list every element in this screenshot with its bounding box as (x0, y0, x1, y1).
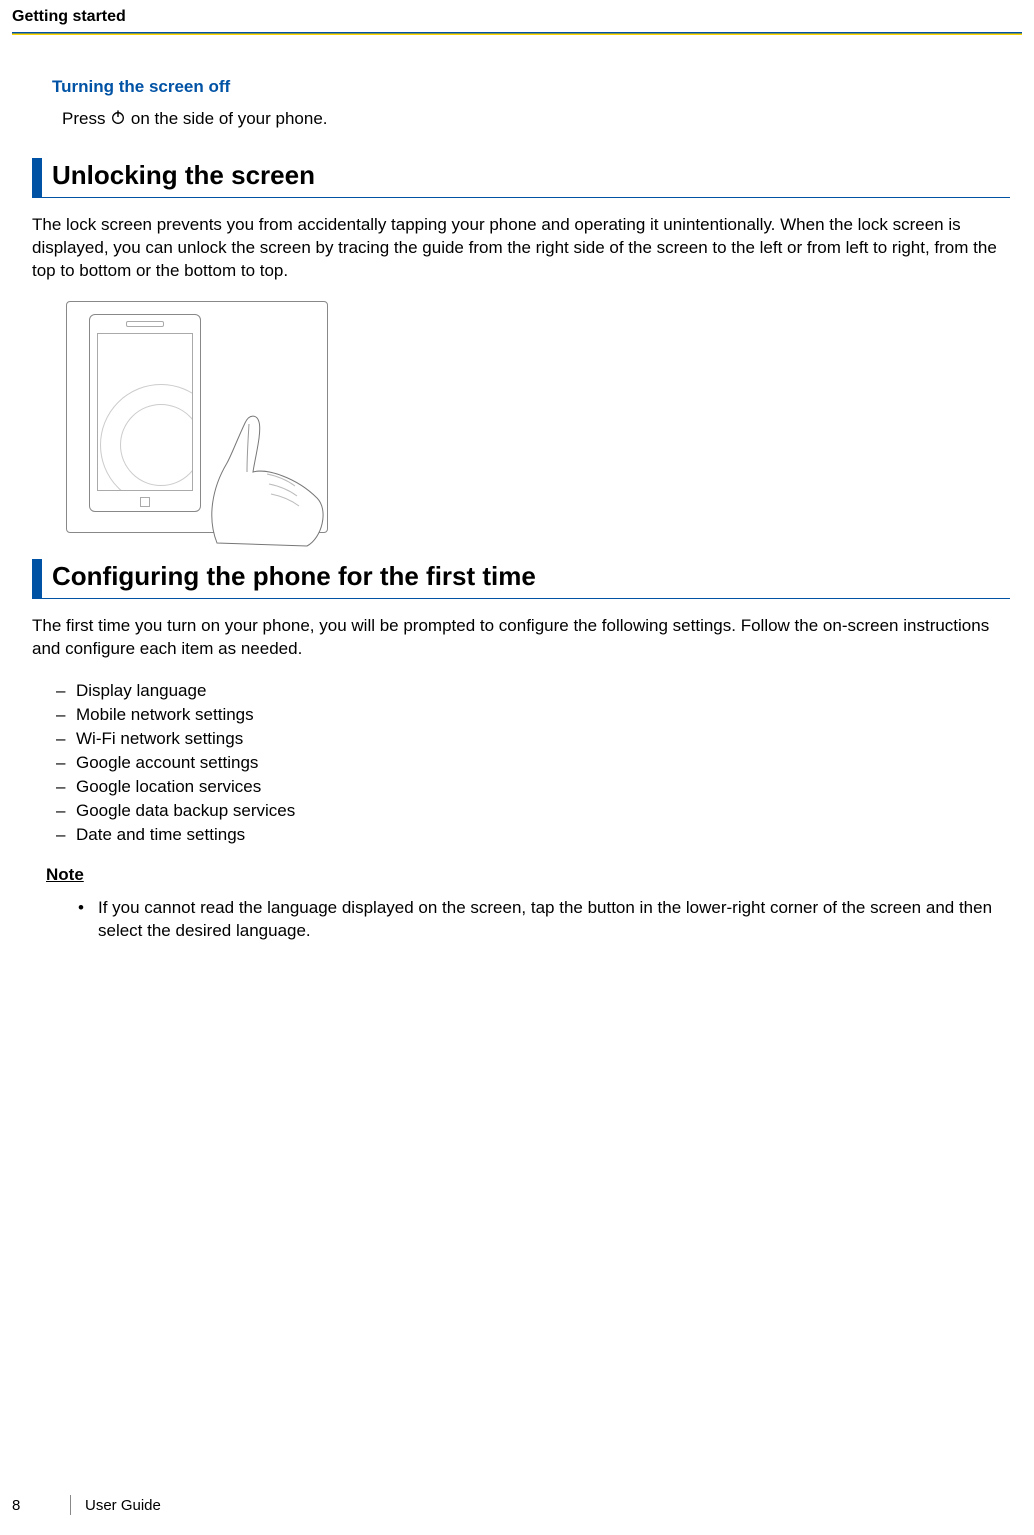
list-item: Display language (52, 679, 1022, 703)
press-instruction: Press on the side of your phone. (62, 109, 1022, 130)
configuring-intro-text: The first time you turn on your phone, y… (32, 615, 1010, 661)
settings-list: Display language Mobile network settings… (52, 679, 1022, 847)
power-icon (110, 109, 126, 130)
content-area: Turning the screen off Press on the side… (0, 35, 1034, 945)
heading-unlocking-text: Unlocking the screen (52, 158, 315, 197)
figure-unlock-gesture (66, 301, 328, 533)
running-header-text: Getting started (12, 8, 126, 25)
list-item: Mobile network settings (52, 703, 1022, 727)
list-item: Google account settings (52, 751, 1022, 775)
list-item: Wi-Fi network settings (52, 727, 1022, 751)
page-number: 8 (0, 1497, 56, 1514)
running-header: Getting started (0, 0, 1034, 32)
page-footer: 8 User Guide (0, 1495, 161, 1515)
figure-speaker (126, 321, 164, 327)
section-heading-configuring: Configuring the phone for the first time (32, 559, 1022, 598)
section-heading-unlocking: Unlocking the screen (32, 158, 1022, 197)
note-label: Note (46, 865, 1022, 885)
heading-accent-bar (32, 559, 42, 598)
subheading-turning-screen-off: Turning the screen off (52, 77, 1022, 97)
press-text-post: on the side of your phone. (131, 109, 328, 128)
figure-hand-icon (157, 368, 337, 548)
heading-rule (32, 598, 1010, 599)
list-item: Google data backup services (52, 799, 1022, 823)
footer-separator (70, 1495, 71, 1515)
heading-rule (32, 197, 1010, 198)
figure-home-button (140, 497, 150, 507)
heading-configuring-text: Configuring the phone for the first time (52, 559, 536, 598)
list-item: If you cannot read the language displaye… (78, 895, 1010, 945)
footer-doc-title: User Guide (85, 1497, 161, 1514)
unlocking-body-text: The lock screen prevents you from accide… (32, 214, 1010, 283)
press-text-pre: Press (62, 109, 110, 128)
list-item: Date and time settings (52, 823, 1022, 847)
note-bullet-list: If you cannot read the language displaye… (78, 895, 1010, 945)
list-item: Google location services (52, 775, 1022, 799)
heading-accent-bar (32, 158, 42, 197)
